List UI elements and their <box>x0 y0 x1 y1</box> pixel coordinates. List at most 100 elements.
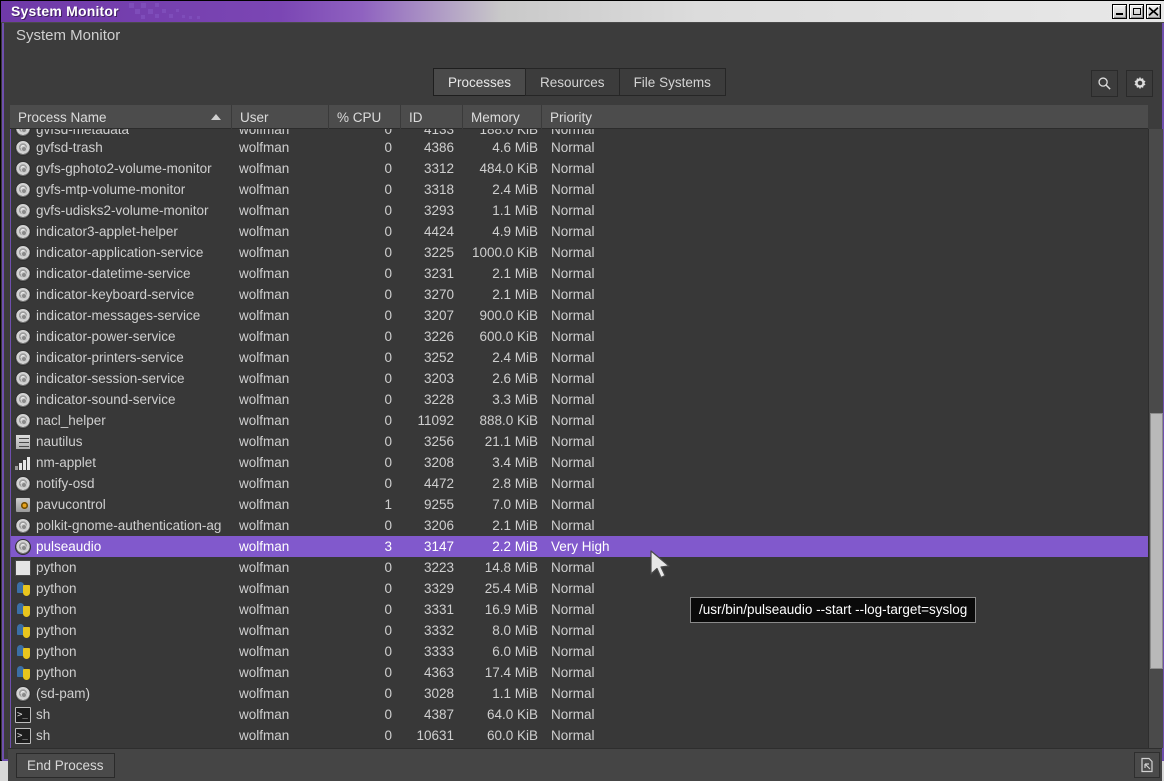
maximize-button[interactable] <box>1129 4 1144 19</box>
column-header-priority[interactable]: Priority <box>542 105 722 129</box>
cell-memory: 6.0 MiB <box>464 644 543 659</box>
python-icon <box>15 602 31 618</box>
cell-user: wolfman <box>233 665 330 680</box>
table-row[interactable]: (sd-pam)wolfman030281.1 MiBNormal <box>11 683 1148 704</box>
cell-memory: 1.1 MiB <box>464 686 543 701</box>
close-button[interactable] <box>1146 4 1161 19</box>
table-row[interactable]: indicator-datetime-servicewolfman032312.… <box>11 263 1148 284</box>
table-header: Process Name User % CPU ID Memory Priori… <box>10 105 1148 129</box>
table-row[interactable]: indicator-power-servicewolfman03226600.0… <box>11 326 1148 347</box>
table-row[interactable]: pavucontrolwolfman192557.0 MiBNormal <box>11 494 1148 515</box>
table-row[interactable]: gvfs-gphoto2-volume-monitorwolfman033124… <box>11 158 1148 179</box>
table-row[interactable]: indicator3-applet-helperwolfman044244.9 … <box>11 221 1148 242</box>
cell-memory: 2.1 MiB <box>464 518 543 533</box>
cell-process-name: pulseaudio <box>11 539 233 555</box>
cell-user: wolfman <box>233 182 330 197</box>
cell-id: 4363 <box>402 665 464 680</box>
cell-priority: Normal <box>543 287 663 302</box>
end-process-button[interactable]: End Process <box>16 753 115 778</box>
cell-process-name: indicator-datetime-service <box>11 266 233 282</box>
cell-user: wolfman <box>233 581 330 596</box>
table-row[interactable]: indicator-application-servicewolfman0322… <box>11 242 1148 263</box>
window-titlebar[interactable]: System Monitor <box>1 1 1164 23</box>
table-row[interactable]: nm-appletwolfman032083.4 MiBNormal <box>11 452 1148 473</box>
search-button[interactable] <box>1091 70 1118 97</box>
cell-memory: 4.9 MiB <box>464 224 543 239</box>
table-row[interactable]: polkit-gnome-authentication-agentwolfman… <box>11 515 1148 536</box>
column-header-id[interactable]: ID <box>401 105 463 129</box>
gear-icon <box>15 539 31 555</box>
table-row[interactable]: nautiluswolfman0325621.1 MiBNormal <box>11 431 1148 452</box>
column-header-process-name[interactable]: Process Name <box>10 105 232 129</box>
cell-memory: 2.4 MiB <box>464 182 543 197</box>
resize-grip-button[interactable] <box>1134 752 1160 778</box>
cell-process-name: sh <box>11 728 233 744</box>
table-row[interactable]: shwolfman01063160.0 KiBNormal <box>11 725 1148 746</box>
cell-id: 11092 <box>402 413 464 428</box>
cell-user: wolfman <box>233 140 330 155</box>
settings-button[interactable] <box>1126 70 1153 97</box>
window-title: System Monitor <box>11 3 119 19</box>
cell-id: 3028 <box>402 686 464 701</box>
cell-id: 3231 <box>402 266 464 281</box>
table-row[interactable]: pythonwolfman0333116.9 MiBNormal <box>11 599 1148 620</box>
column-header-user[interactable]: User <box>232 105 329 129</box>
scrollbar-thumb[interactable] <box>1150 413 1163 669</box>
table-row[interactable]: pulseaudiowolfman331472.2 MiBVery High <box>11 536 1148 557</box>
cell-priority: Normal <box>543 518 663 533</box>
table-row[interactable]: pythonwolfman033336.0 MiBNormal <box>11 641 1148 662</box>
cell-id: 3147 <box>402 539 464 554</box>
cell-process-name: nautilus <box>11 434 233 450</box>
gear-icon <box>1132 76 1148 92</box>
cell-user: wolfman <box>233 350 330 365</box>
tab-file-systems[interactable]: File Systems <box>619 68 726 96</box>
process-name-label: indicator-application-service <box>36 245 203 260</box>
table-row[interactable]: shwolfman0438764.0 KiBNormal <box>11 704 1148 725</box>
sort-ascending-icon <box>211 114 221 120</box>
table-row[interactable]: pythonwolfman0436317.4 MiBNormal <box>11 662 1148 683</box>
cell-cpu: 0 <box>330 266 402 281</box>
cell-memory: 2.1 MiB <box>464 266 543 281</box>
cell-priority: Normal <box>543 308 663 323</box>
cell-memory: 600.0 KiB <box>464 329 543 344</box>
vertical-scrollbar[interactable] <box>1148 129 1163 748</box>
table-row[interactable]: pythonwolfman033328.0 MiBNormal <box>11 620 1148 641</box>
cell-memory: 1.1 MiB <box>464 203 543 218</box>
table-row[interactable]: nacl_helperwolfman011092888.0 KiBNormal <box>11 410 1148 431</box>
table-row[interactable]: notify-osdwolfman044722.8 MiBNormal <box>11 473 1148 494</box>
cell-cpu: 0 <box>330 161 402 176</box>
table-row[interactable]: pythonwolfman0322314.8 MiBNormal <box>11 557 1148 578</box>
cell-id: 3206 <box>402 518 464 533</box>
process-table-body[interactable]: gvfsd-metadatawolfman04133188.0 KiBNorma… <box>10 129 1148 748</box>
table-row[interactable]: pythonwolfman0332925.4 MiBNormal <box>11 578 1148 599</box>
cell-process-name: indicator-power-service <box>11 329 233 345</box>
cell-user: wolfman <box>233 455 330 470</box>
tab-processes[interactable]: Processes <box>433 68 525 96</box>
cell-process-name: gvfsd-metadata <box>11 129 233 137</box>
column-header-memory[interactable]: Memory <box>463 105 542 129</box>
table-row[interactable]: indicator-keyboard-servicewolfman032702.… <box>11 284 1148 305</box>
table-row[interactable]: indicator-printers-servicewolfman032522.… <box>11 347 1148 368</box>
table-row[interactable]: indicator-sound-servicewolfman032283.3 M… <box>11 389 1148 410</box>
cell-user: wolfman <box>233 707 330 722</box>
table-row[interactable]: gvfs-udisks2-volume-monitorwolfman032931… <box>11 200 1148 221</box>
tab-resources[interactable]: Resources <box>525 68 619 96</box>
table-row[interactable]: indicator-session-servicewolfman032032.6… <box>11 368 1148 389</box>
python-icon <box>15 581 31 597</box>
cell-id: 4424 <box>402 224 464 239</box>
table-row[interactable]: gvfsd-metadatawolfman04133188.0 KiBNorma… <box>11 129 1148 137</box>
table-row[interactable]: indicator-messages-servicewolfman0320790… <box>11 305 1148 326</box>
table-row[interactable]: gvfsd-trashwolfman043864.6 MiBNormal <box>11 137 1148 158</box>
cell-cpu: 0 <box>330 476 402 491</box>
cell-process-name: indicator-application-service <box>11 245 233 261</box>
cell-memory: 64.0 KiB <box>464 707 543 722</box>
minimize-button[interactable] <box>1112 4 1127 19</box>
cell-memory: 2.8 MiB <box>464 476 543 491</box>
process-name-label: gvfs-mtp-volume-monitor <box>36 182 185 197</box>
bottom-toolbar: End Process <box>8 748 1162 781</box>
cell-user: wolfman <box>233 497 330 512</box>
process-name-label: nautilus <box>36 434 83 449</box>
column-header-cpu[interactable]: % CPU <box>329 105 401 129</box>
table-row[interactable]: gvfs-mtp-volume-monitorwolfman033182.4 M… <box>11 179 1148 200</box>
cell-user: wolfman <box>233 203 330 218</box>
